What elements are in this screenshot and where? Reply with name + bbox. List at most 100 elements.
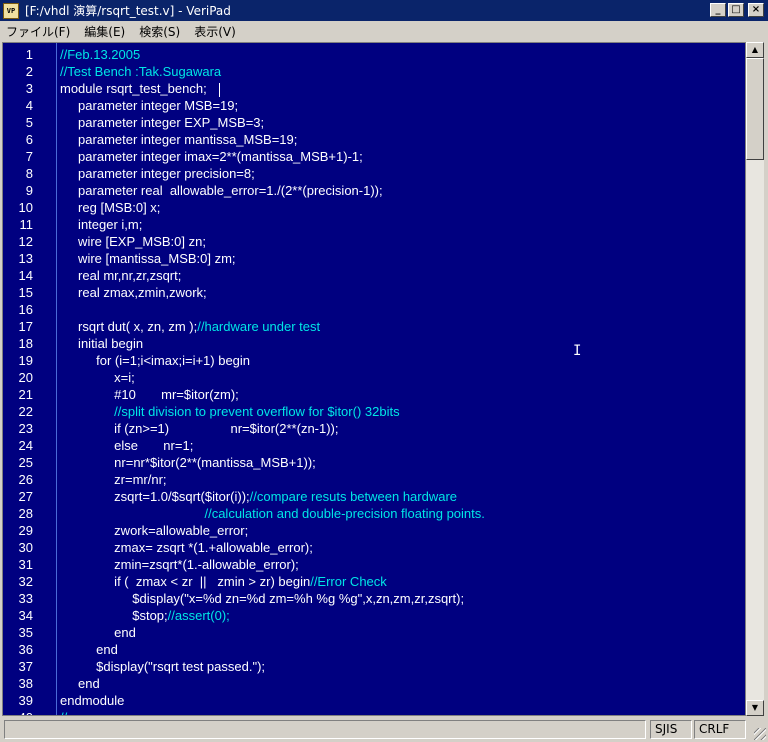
code-line: 32 if ( zmax < zr || zmin > zr) begin//E… (3, 573, 745, 590)
code-text: rsqrt dut( x, zn, zm );//hardware under … (60, 318, 320, 335)
code-line: 18 initial begin (3, 335, 745, 352)
encoding-indicator: SJIS (650, 720, 692, 739)
code-text: zr=mr/nr; (60, 472, 167, 487)
line-number: 27 (18, 489, 33, 504)
code-line: 12 wire [EXP_MSB:0] zn; (3, 233, 745, 250)
code-text: if ( zmax < zr || zmin > zr) begin//Erro… (60, 573, 387, 590)
code-line: 7 parameter integer imax=2**(mantissa_MS… (3, 148, 745, 165)
code-text: integer i,m; (60, 217, 143, 232)
line-number: 21 (18, 387, 33, 402)
code-text: //Test Bench :Tak.Sugawara (60, 64, 222, 79)
code-line: 15 real zmax,zmin,zwork; (3, 284, 745, 301)
code-line: 34 $stop;//assert(0); (3, 607, 745, 624)
line-number: 14 (18, 268, 33, 283)
code-text: parameter integer mantissa_MSB=19; (60, 132, 298, 147)
code-text: parameter integer EXP_MSB=3; (60, 115, 265, 130)
code-text: initial begin (60, 336, 144, 351)
code-line: 19 for (i=1;i<imax;i=i+1) begin (3, 352, 745, 369)
resize-grip-icon[interactable] (754, 728, 766, 740)
code-text: if (zn>=1) nr=$itor(2**(zn-1)); (60, 421, 339, 436)
app-icon[interactable]: VP (3, 2, 19, 19)
code-line: 11 integer i,m; (3, 216, 745, 233)
code-line: 4 parameter integer MSB=19; (3, 97, 745, 114)
menu-bar: ファイル(F) 編集(E) 検索(S) 表示(V) (0, 21, 768, 41)
code-text: endmodule (60, 693, 125, 708)
code-editor[interactable]: I 1//Feb.13.2005 2//Test Bench :Tak.Sugaw… (2, 42, 746, 716)
code-segment: $stop; (60, 608, 168, 623)
code-text: wire [EXP_MSB:0] zn; (60, 234, 206, 249)
code-line: 29 zwork=allowable_error; (3, 522, 745, 539)
code-line: 9 parameter real allowable_error=1./(2**… (3, 182, 745, 199)
code-line: 35 end (3, 624, 745, 641)
window-controls: _ □ × (710, 3, 764, 17)
code-text: zsqrt=1.0/$sqrt($itor(i));//compare resu… (60, 488, 457, 505)
line-number: 7 (25, 149, 33, 164)
code-line: 23 if (zn>=1) nr=$itor(2**(zn-1)); (3, 420, 745, 437)
code-line: 30 zmax= zsqrt *(1.+allowable_error); (3, 539, 745, 556)
code-text: // (60, 709, 67, 715)
menu-file[interactable]: ファイル(F) (0, 23, 76, 40)
code-line: 20 x=i; (3, 369, 745, 386)
code-text: real zmax,zmin,zwork; (60, 285, 207, 300)
code-text: $display("rsqrt test passed."); (60, 659, 266, 674)
code-line: 13 wire [mantissa_MSB:0] zm; (3, 250, 745, 267)
menu-search[interactable]: 検索(S) (133, 23, 186, 40)
window-title: [F:/vhdl 演算/rsqrt_test.v] - VeriPad (25, 4, 231, 18)
line-number: 40 (3, 709, 33, 715)
code-line: 8 parameter integer precision=8; (3, 165, 745, 182)
code-text: else nr=1; (60, 438, 194, 453)
code-text: zmin=zsqrt*(1.-allowable_error); (60, 557, 299, 572)
code-text: zwork=allowable_error; (60, 523, 249, 538)
code-text: //calculation and double-precision float… (60, 506, 485, 521)
line-number: 23 (18, 421, 33, 436)
inline-comment: //compare resuts between hardware (249, 489, 458, 504)
line-number: 16 (18, 302, 33, 317)
code-text: parameter integer precision=8; (60, 166, 255, 181)
line-number: 24 (18, 438, 33, 453)
scroll-up-arrow-icon[interactable]: ▲ (746, 42, 764, 58)
line-number: 5 (25, 115, 33, 130)
line-number: 25 (18, 455, 33, 470)
code-line: 5 parameter integer EXP_MSB=3; (3, 114, 745, 131)
line-number: 18 (18, 336, 33, 351)
inline-comment: //Error Check (310, 574, 387, 589)
code-line: 25 nr=nr*$itor(2**(mantissa_MSB+1)); (3, 454, 745, 471)
line-ending-indicator: CRLF (694, 720, 746, 739)
line-number: 28 (18, 506, 33, 521)
code-text: $stop;//assert(0); (60, 607, 230, 624)
code-text: module rsqrt_test_bench; (60, 81, 207, 96)
code-line: 22 //split division to prevent overflow … (3, 403, 745, 420)
vertical-scrollbar[interactable]: ▲ ▼ (746, 42, 764, 716)
maximize-button[interactable]: □ (728, 3, 744, 17)
close-button[interactable]: × (748, 3, 764, 17)
line-number: 22 (18, 404, 33, 419)
code-text: wire [mantissa_MSB:0] zm; (60, 251, 236, 266)
code-text: zmax= zsqrt *(1.+allowable_error); (60, 540, 313, 555)
line-number: 39 (18, 693, 33, 708)
code-line: 21 #10 mr=$itor(zm); (3, 386, 745, 403)
code-line: 2 //Test Bench :Tak.Sugawara (3, 63, 745, 80)
code-text: //Feb.13.2005 (60, 47, 141, 62)
menu-view[interactable]: 表示(V) (188, 23, 242, 40)
code-segment: rsqrt dut( x, zn, zm ); (60, 319, 198, 334)
code-line: 17 rsqrt dut( x, zn, zm );//hardware und… (3, 318, 745, 335)
menu-edit[interactable]: 編集(E) (78, 23, 131, 40)
title-bar: VP [F:/vhdl 演算/rsqrt_test.v] - VeriPad _… (0, 0, 768, 21)
scroll-down-arrow-icon[interactable]: ▼ (746, 700, 764, 716)
status-bar: SJIS CRLF (0, 718, 768, 742)
code-line: 16 (3, 301, 745, 318)
line-number: 4 (25, 98, 33, 113)
line-number: 31 (18, 557, 33, 572)
inline-comment: //hardware under test (197, 319, 321, 334)
code-text: #10 mr=$itor(zm); (60, 387, 239, 402)
minimize-button[interactable]: _ (710, 3, 726, 17)
code-text: for (i=1;i<imax;i=i+1) begin (60, 353, 251, 368)
scroll-thumb[interactable] (746, 58, 764, 160)
line-number: 3 (25, 81, 33, 96)
line-number: 20 (18, 370, 33, 385)
line-number: 30 (18, 540, 33, 555)
code-text: end (60, 642, 118, 657)
code-line: 6 parameter integer mantissa_MSB=19; (3, 131, 745, 148)
line-number: 12 (18, 234, 33, 249)
code-line: 14 real mr,nr,zr,zsqrt; (3, 267, 745, 284)
